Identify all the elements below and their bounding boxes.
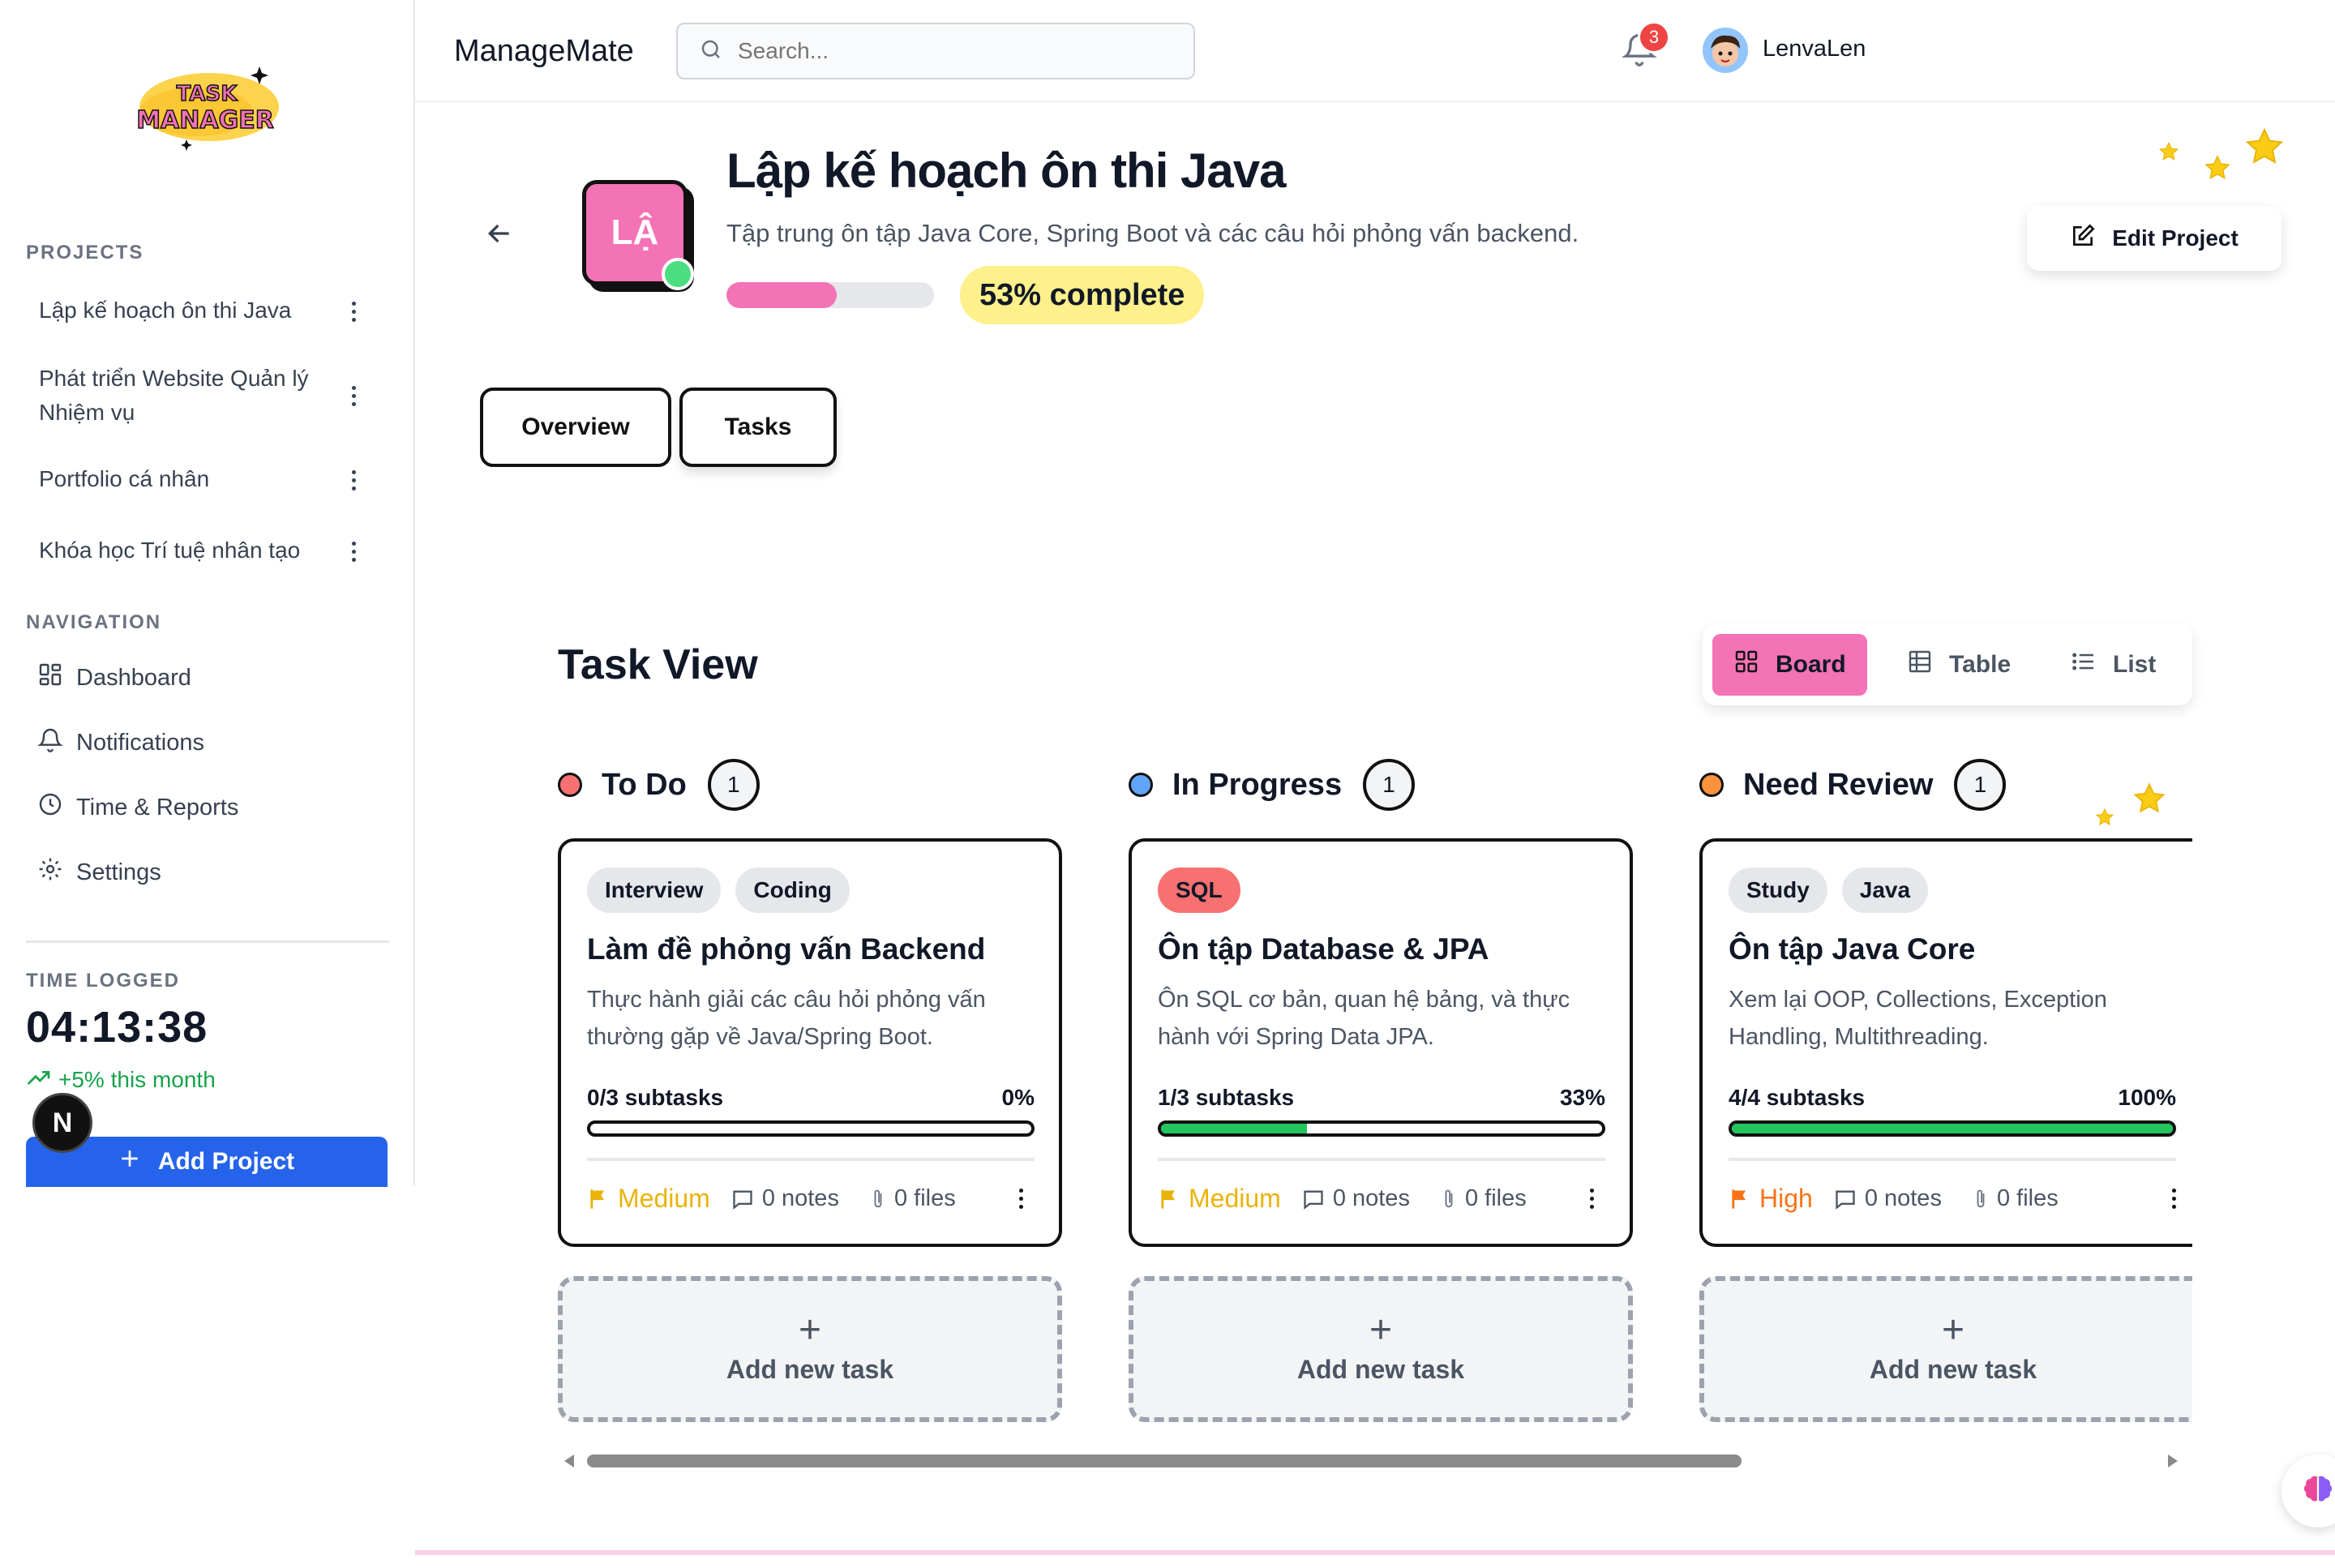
tag[interactable]: Java <box>1841 868 1929 913</box>
card-divider <box>587 1158 1035 1161</box>
flag-icon <box>1732 1189 1746 1209</box>
priority-badge: High <box>1729 1184 1813 1214</box>
subtask-progress-fill <box>1161 1124 1307 1133</box>
files-label: 0 files <box>1464 1185 1527 1211</box>
scroll-left-icon[interactable] <box>564 1454 574 1467</box>
tag[interactable]: Study <box>1729 868 1827 913</box>
card-divider <box>1158 1158 1605 1161</box>
comment-icon <box>733 1190 752 1210</box>
flag-icon <box>1161 1189 1175 1209</box>
add-task-button[interactable]: + Add new task <box>558 1276 1062 1422</box>
card-options-icon[interactable] <box>1590 1189 1594 1209</box>
bottom-accent-line <box>415 1550 2335 1555</box>
notes-count[interactable]: 0 notes <box>731 1185 839 1212</box>
comment-icon <box>1304 1190 1323 1210</box>
notes-label: 0 notes <box>1332 1185 1410 1211</box>
notes-count[interactable]: 0 notes <box>1834 1185 1942 1212</box>
task-description: Ôn SQL cơ bản, quan hệ bảng, và thực hàn… <box>1158 987 1570 1050</box>
scrollbar-thumb[interactable] <box>587 1454 1742 1467</box>
priority-label: Medium <box>618 1184 710 1213</box>
files-count[interactable]: 0 files <box>1973 1185 2059 1212</box>
subtask-row: 4/4 subtasks 100% <box>1729 1085 2176 1111</box>
priority-badge: Medium <box>1158 1184 1281 1214</box>
priority-label: High <box>1759 1184 1813 1213</box>
horizontal-scrollbar[interactable] <box>558 1451 2178 1471</box>
task-title: Ôn tập Java Core <box>1729 932 1976 966</box>
tag[interactable]: SQL <box>1158 868 1240 913</box>
plus-icon: + <box>1941 1308 1965 1352</box>
flag-icon <box>590 1189 604 1209</box>
star-icon <box>2204 155 2230 180</box>
subtask-progress-bar <box>587 1120 1035 1137</box>
tag-list: Interview Coding <box>587 868 850 913</box>
subtask-row: 1/3 subtasks 33% <box>1158 1085 1605 1111</box>
paperclip-icon <box>1445 1189 1453 1207</box>
task-meta: Medium 0 notes 0 files <box>587 1184 1041 1214</box>
task-description: Thực hành giải các câu hỏi phỏng vấn thư… <box>587 987 986 1050</box>
task-meta: High 0 notes 0 files <box>1729 1184 2176 1214</box>
notes-count[interactable]: 0 notes <box>1302 1185 1410 1212</box>
paperclip-icon <box>874 1189 882 1207</box>
card-divider <box>1729 1158 2176 1161</box>
subtask-count: 1/3 subtasks <box>1158 1085 1295 1110</box>
ai-assistant-button[interactable] <box>2281 1454 2335 1527</box>
notes-label: 0 notes <box>1864 1185 1942 1211</box>
add-task-label: Add new task <box>1869 1354 2037 1384</box>
plus-icon: + <box>1369 1308 1393 1352</box>
comment-icon <box>1836 1190 1855 1210</box>
tag-list: Study Java <box>1729 868 1929 913</box>
tag[interactable]: Interview <box>587 868 722 913</box>
subtask-percent: 100% <box>2118 1085 2176 1110</box>
subtask-percent: 0% <box>1001 1085 1035 1110</box>
tag-list: SQL <box>1158 868 1240 913</box>
notes-label: 0 notes <box>761 1185 839 1211</box>
task-meta: Medium 0 notes 0 files <box>1158 1184 1612 1214</box>
board-scroll-area: Interview Coding Làm đề phỏng vấn Backen… <box>0 0 2192 1568</box>
subtask-progress-bar <box>1729 1120 2176 1137</box>
files-label: 0 files <box>1996 1185 2059 1211</box>
task-card[interactable]: Study Java Ôn tập Java Core Xem lại OOP,… <box>1699 838 2192 1247</box>
files-label: 0 files <box>893 1185 956 1211</box>
task-card[interactable]: Interview Coding Làm đề phỏng vấn Backen… <box>558 838 1062 1247</box>
subtask-row: 0/3 subtasks 0% <box>587 1085 1035 1111</box>
task-title: Ôn tập Database & JPA <box>1158 932 1489 966</box>
subtask-percent: 33% <box>1559 1085 1605 1110</box>
brain-icon <box>2300 1472 2335 1511</box>
subtask-progress-bar <box>1158 1120 1605 1137</box>
add-task-label: Add new task <box>726 1354 894 1384</box>
card-options-icon[interactable] <box>2172 1189 2176 1209</box>
scroll-right-icon[interactable] <box>2168 1454 2178 1467</box>
add-task-button[interactable]: + Add new task <box>1129 1276 1633 1422</box>
subtask-count: 4/4 subtasks <box>1729 1085 1866 1110</box>
card-options-icon[interactable] <box>1019 1189 1023 1209</box>
files-count[interactable]: 0 files <box>1441 1185 1527 1212</box>
tag[interactable]: Coding <box>735 868 850 913</box>
files-count[interactable]: 0 files <box>870 1185 956 1212</box>
priority-label: Medium <box>1189 1184 1281 1213</box>
paperclip-icon <box>1977 1189 1985 1207</box>
subtask-count: 0/3 subtasks <box>587 1085 724 1110</box>
add-task-button[interactable]: + Add new task <box>1699 1276 2192 1422</box>
priority-badge: Medium <box>587 1184 710 1214</box>
plus-icon: + <box>798 1308 822 1352</box>
task-description: Xem lại OOP, Collections, Exception Hand… <box>1729 987 2107 1050</box>
add-task-label: Add new task <box>1296 1354 1465 1384</box>
subtask-progress-fill <box>1732 1124 2173 1133</box>
task-card[interactable]: SQL Ôn tập Database & JPA Ôn SQL cơ bản,… <box>1129 838 1633 1247</box>
task-title: Làm đề phỏng vấn Backend <box>587 932 986 966</box>
star-icon <box>2245 127 2284 164</box>
